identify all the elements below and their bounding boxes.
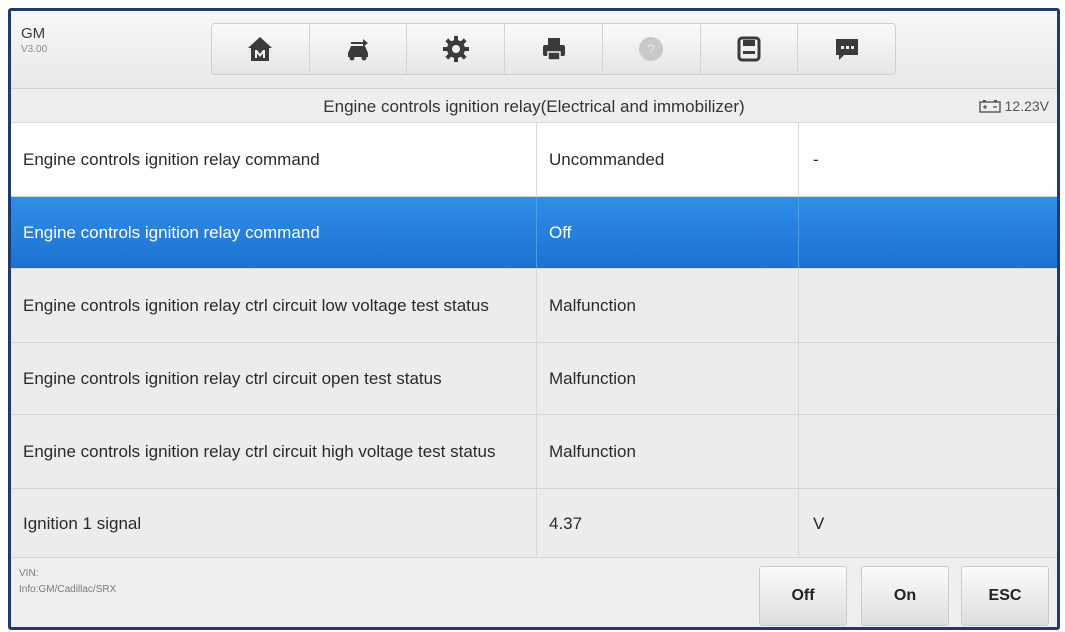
settings-button[interactable] xyxy=(407,24,506,74)
row-value: Off xyxy=(537,197,799,268)
message-icon xyxy=(835,39,858,60)
vehicle-make: GM xyxy=(21,25,46,42)
row-name: Engine controls ignition relay command xyxy=(11,123,537,196)
row-unit xyxy=(799,269,1057,342)
row-value: Malfunction xyxy=(537,343,799,414)
row-unit xyxy=(799,415,1057,488)
row-value: 4.37 xyxy=(537,489,799,558)
off-button[interactable]: Off xyxy=(759,566,847,626)
table-row-selected[interactable]: Engine controls ignition relay command O… xyxy=(11,197,1057,269)
row-value: Malfunction xyxy=(537,269,799,342)
vehicle-brand: GM V3.00 xyxy=(21,25,47,55)
battery-icon xyxy=(978,100,1001,113)
row-name: Ignition 1 signal xyxy=(11,489,537,558)
vehicle-info: VIN: Info:GM/Cadillac/SRX xyxy=(19,566,116,598)
table-row[interactable]: Engine controls ignition relay ctrl circ… xyxy=(11,415,1057,489)
print-button[interactable] xyxy=(505,24,603,74)
vin-label: VIN: xyxy=(19,568,39,579)
row-unit xyxy=(799,197,1057,268)
row-value: Malfunction xyxy=(537,415,799,488)
title-bar: Engine controls ignition relay(Electrica… xyxy=(11,89,1057,123)
message-button[interactable] xyxy=(798,24,895,74)
help-button[interactable]: ? xyxy=(603,24,701,74)
row-unit: - xyxy=(813,150,819,169)
row-name: Engine controls ignition relay ctrl circ… xyxy=(11,343,537,414)
row-name: Engine controls ignition relay ctrl circ… xyxy=(11,415,537,488)
row-name: Engine controls ignition relay command xyxy=(11,197,537,268)
battery-voltage: 12.23V xyxy=(978,98,1049,114)
help-icon: ? xyxy=(639,37,664,61)
table-row[interactable]: Ignition 1 signal 4.37 V xyxy=(11,489,1057,559)
software-version: V3.00 xyxy=(21,44,48,55)
svg-text:?: ? xyxy=(647,41,655,57)
table-row[interactable]: Engine controls ignition relay command U… xyxy=(11,123,1057,197)
save-button[interactable] xyxy=(701,24,799,74)
printer-icon xyxy=(542,38,565,61)
row-unit: V xyxy=(813,514,825,533)
bottom-bar: VIN: Info:GM/Cadillac/SRX Off On ESC xyxy=(11,557,1057,627)
table-row[interactable]: Engine controls ignition relay ctrl circ… xyxy=(11,343,1057,415)
top-toolbar: GM V3.00 ? xyxy=(11,11,1057,89)
tool-button-group: ? xyxy=(211,23,896,75)
row-name: Engine controls ignition relay ctrl circ… xyxy=(11,269,537,342)
gear-icon xyxy=(442,36,469,62)
page-title: Engine controls ignition relay(Electrica… xyxy=(323,97,745,116)
on-button[interactable]: On xyxy=(861,566,949,626)
app-window: GM V3.00 ? Engine controls ignition rela… xyxy=(8,8,1060,630)
save-icon xyxy=(737,36,761,62)
vehicle-swap-icon xyxy=(348,39,369,61)
table-row[interactable]: Engine controls ignition relay ctrl circ… xyxy=(11,269,1057,343)
row-unit xyxy=(799,343,1057,414)
home-button[interactable] xyxy=(212,24,310,74)
row-value: Uncommanded xyxy=(537,123,799,196)
vehicle-info-text: Info:GM/Cadillac/SRX xyxy=(19,584,117,595)
home-icon xyxy=(248,37,273,61)
vehicle-swap-button[interactable] xyxy=(310,24,408,74)
esc-button[interactable]: ESC xyxy=(961,566,1049,626)
live-data-table: Engine controls ignition relay command U… xyxy=(11,123,1057,559)
voltage-value: 12.23V xyxy=(1004,98,1049,114)
